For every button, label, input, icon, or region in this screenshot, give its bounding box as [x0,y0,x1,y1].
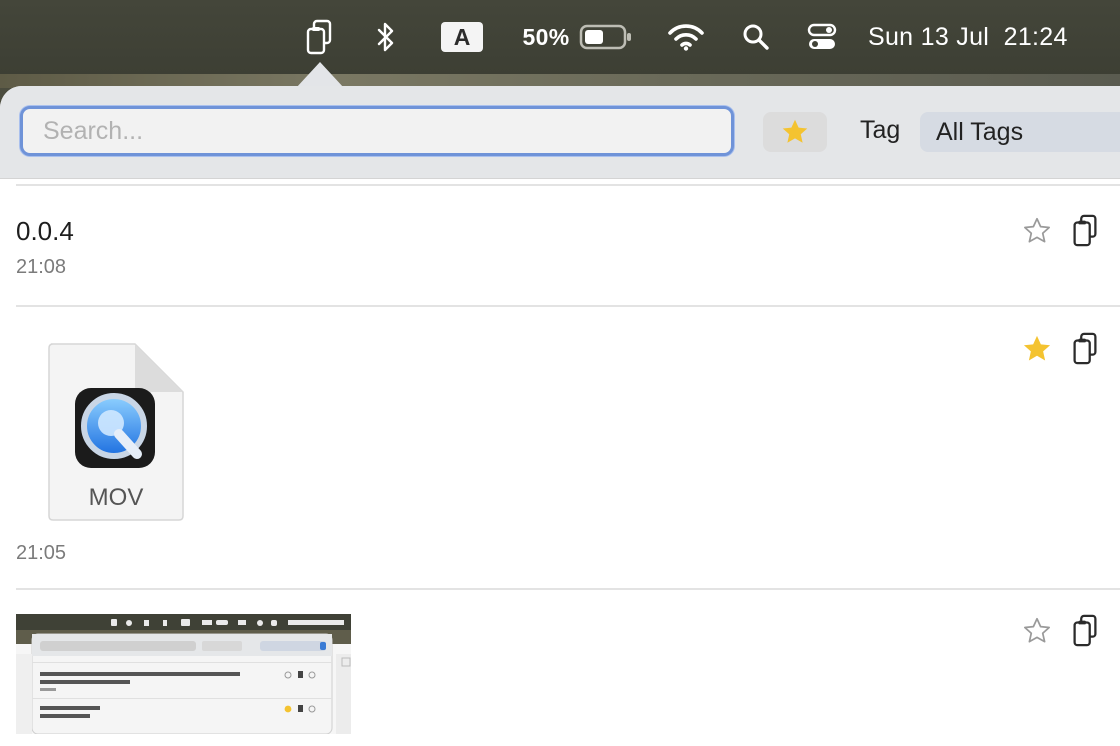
favorites-filter-button[interactable] [763,112,827,152]
control-center-icon[interactable] [804,0,840,74]
battery-fill [585,30,603,44]
popover-arrow [296,62,344,88]
copy-item-icon[interactable] [1067,331,1103,367]
row-divider [16,184,1120,186]
favorite-star-outline-icon[interactable] [1019,613,1055,649]
battery-percentage[interactable]: 50% [520,0,572,74]
item-time: 21:08 [16,256,67,278]
copy-item-icon[interactable] [1067,613,1103,649]
screenshot-thumbnail [16,614,351,734]
clipboard-history-popover: Tag All Tags 0.0.4 21:08 [0,86,1120,746]
battery-icon[interactable] [578,0,634,74]
tag-dropdown-value: All Tags [936,117,1024,146]
row-divider [16,305,1120,307]
item-time: 21:05 [16,542,67,564]
file-type-label: MOV [88,484,144,511]
favorite-star-filled-icon[interactable] [1019,331,1055,367]
wifi-icon[interactable] [664,0,708,74]
keyboard-input-label: A [441,22,483,52]
search-input[interactable] [23,109,731,153]
search-field[interactable] [20,106,734,156]
menu-bar: A 50% Sun 13 Jul 21:24 [0,0,1120,88]
item-text: 0.0.4 [16,216,74,246]
row-divider [16,588,1120,590]
tag-label: Tag [860,116,901,144]
copy-item-icon[interactable] [1067,213,1103,249]
tag-dropdown[interactable]: All Tags [920,112,1120,152]
spotlight-search-icon[interactable] [738,0,774,74]
bluetooth-icon[interactable] [368,0,404,74]
keyboard-input-icon[interactable]: A [440,0,484,74]
favorite-star-outline-icon[interactable] [1019,213,1055,249]
popover-toolbar: Tag All Tags [0,86,1120,179]
menubar-clock[interactable]: Sun 13 Jul 21:24 [868,0,1092,74]
star-icon [782,119,808,143]
